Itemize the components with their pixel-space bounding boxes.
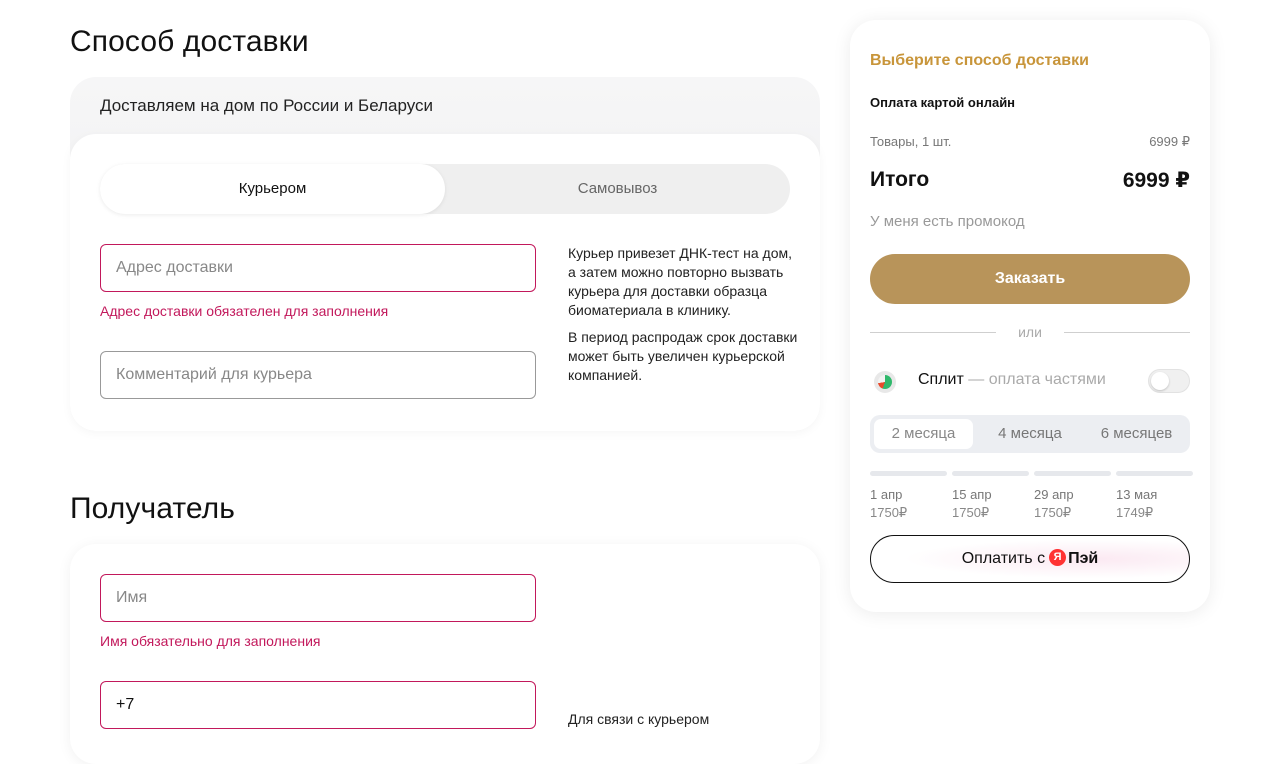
recipient-heading: Получатель: [70, 492, 235, 525]
delivery-form: Курьером Самовывоз Адрес доставки Адрес …: [70, 134, 820, 431]
tab-pickup[interactable]: Самовывоз: [445, 164, 790, 214]
split-months-selector: 2 месяца 4 месяца 6 месяцев: [870, 415, 1190, 453]
delivery-card: Доставляем на дом по России и Беларуси К…: [70, 77, 820, 431]
payment-schedule-item: 29 апр 1750₽: [1034, 486, 1074, 522]
payment-date: 1 апр: [870, 487, 903, 502]
schedule-bar: [1034, 471, 1111, 476]
split-subtitle: — оплата частями: [968, 371, 1106, 388]
total-label: Итого: [870, 168, 930, 191]
month-option-6[interactable]: 6 месяцев: [1085, 419, 1188, 449]
schedule-bar: [1116, 471, 1193, 476]
courier-note: Курьер привезет ДНК-тест на дом, а затем…: [568, 245, 792, 318]
toggle-knob: [1151, 372, 1169, 390]
payment-schedule-item: 15 апр 1750₽: [952, 486, 992, 522]
divider-right: [1064, 332, 1190, 333]
goods-row: Товары, 1 шт. 6999 ₽: [870, 134, 1190, 149]
delivery-heading: Способ доставки: [70, 25, 309, 58]
goods-label: Товары, 1 шт.: [870, 134, 952, 149]
total-row: Итого 6999 ₽: [870, 168, 1190, 192]
sale-period-note: В период распродаж срок доставки может б…: [568, 329, 798, 383]
promo-code-link[interactable]: У меня есть промокод: [870, 213, 1025, 230]
total-price: 6999 ₽: [1122, 169, 1190, 192]
payment-date: 13 мая: [1116, 487, 1158, 502]
courier-comment-input[interactable]: Комментарий для курьера: [100, 351, 536, 399]
or-label: или: [1018, 324, 1042, 340]
split-logo-icon: [874, 371, 896, 393]
name-input[interactable]: Имя: [100, 574, 536, 622]
address-input[interactable]: Адрес доставки: [100, 244, 536, 292]
delivery-subtitle: Доставляем на дом по России и Беларуси: [100, 96, 434, 115]
address-error: Адрес доставки обязателен для заполнения: [100, 303, 389, 319]
split-toggle[interactable]: [1148, 369, 1190, 393]
payment-amount: 1750₽: [952, 505, 990, 520]
payment-amount: 1750₽: [1034, 505, 1072, 520]
split-label: Сплит — оплата частями: [918, 371, 1106, 389]
recipient-card: Имя Имя обязательно для заполнения +7 Дл…: [70, 544, 820, 764]
payment-schedule-item: 13 мая 1749₽: [1116, 486, 1157, 522]
schedule-bar: [870, 471, 947, 476]
name-error: Имя обязательно для заполнения: [100, 633, 321, 649]
schedule-bar: [952, 471, 1029, 476]
payment-amount: 1749₽: [1116, 505, 1154, 520]
yapay-word: Пэй: [1068, 550, 1099, 567]
divider-left: [870, 332, 996, 333]
yandex-pay-button[interactable]: Оплатить с Я Пэй: [870, 535, 1190, 583]
delivery-type-switch: Курьером Самовывоз: [100, 164, 790, 214]
yapay-prefix: Оплатить с: [961, 550, 1046, 567]
yandex-logo-icon: Я: [1049, 549, 1067, 567]
payment-schedule-item: 1 апр 1750₽: [870, 486, 907, 522]
phone-input[interactable]: +7: [100, 681, 536, 729]
goods-price: 6999 ₽: [1149, 134, 1190, 149]
payment-method: Оплата картой онлайн: [870, 95, 1016, 110]
split-name: Сплит: [918, 371, 964, 388]
summary-title: Выберите способ доставки: [870, 52, 1089, 69]
tab-courier[interactable]: Курьером: [100, 164, 445, 214]
order-summary: Выберите способ доставки Оплата картой о…: [850, 20, 1210, 612]
month-option-4[interactable]: 4 месяца: [980, 419, 1080, 449]
payment-date: 29 апр: [1034, 487, 1074, 502]
payment-date: 15 апр: [952, 487, 992, 502]
payment-amount: 1750₽: [870, 505, 908, 520]
month-option-2[interactable]: 2 месяца: [874, 419, 973, 449]
order-button[interactable]: Заказать: [870, 254, 1190, 304]
